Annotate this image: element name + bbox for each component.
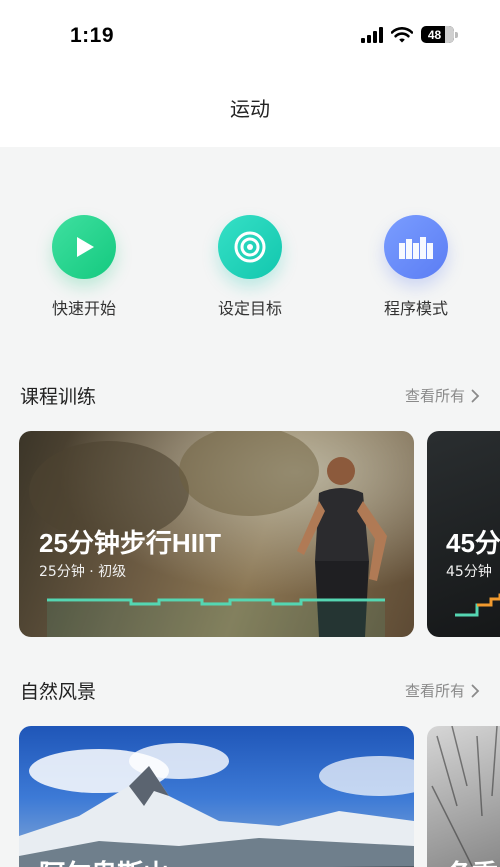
course-card-hiit[interactable]: 25分钟步行HIIT 25分钟 · 初级 xyxy=(19,431,414,637)
scenery-card-winter[interactable]: 冬季 xyxy=(427,726,500,867)
set-goal-button[interactable]: 设定目标 xyxy=(195,215,305,319)
see-all-label: 查看所有 xyxy=(404,682,465,700)
course-card-45min[interactable]: 45分 45分钟 xyxy=(427,431,500,637)
courses-see-all-link[interactable]: 查看所有 xyxy=(405,385,480,406)
chevron-right-icon xyxy=(471,389,480,402)
scenery-card-title: 冬季 xyxy=(446,854,498,867)
play-icon xyxy=(52,215,116,279)
quick-start-label: 快速开始 xyxy=(51,299,116,318)
status-icons: 48 xyxy=(361,26,458,43)
chevron-right-icon xyxy=(471,684,480,697)
quick-actions: 快速开始 设定目标 程序模式 xyxy=(0,200,500,330)
title-bar: 运动 xyxy=(0,75,500,147)
wifi-icon xyxy=(391,26,413,43)
quick-start-button[interactable]: 快速开始 xyxy=(29,215,139,319)
page-title: 运动 xyxy=(230,97,270,121)
courses-section-header: 课程训练 查看所有 xyxy=(20,382,480,412)
status-bar: 1:19 48 xyxy=(0,0,500,75)
scenery-card-alps[interactable]: 阿尔卑斯山 xyxy=(19,726,414,867)
intensity-chart xyxy=(47,598,385,637)
program-bars-icon xyxy=(384,215,448,279)
see-all-label: 查看所有 xyxy=(404,387,465,405)
status-time: 1:19 xyxy=(70,24,115,47)
cellular-signal-icon xyxy=(361,26,383,43)
scenery-see-all-link[interactable]: 查看所有 xyxy=(405,680,480,701)
program-mode-label: 程序模式 xyxy=(383,299,448,318)
scenery-card-image xyxy=(19,743,414,867)
scenery-card-title: 阿尔卑斯山 xyxy=(39,854,169,867)
scenery-card-image xyxy=(431,726,498,867)
battery-percentage: 48 xyxy=(427,27,442,42)
battery-icon: 48 xyxy=(421,26,458,43)
target-icon xyxy=(218,215,282,279)
program-mode-button[interactable]: 程序模式 xyxy=(361,215,471,319)
set-goal-label: 设定目标 xyxy=(217,299,282,318)
courses-section-title: 课程训练 xyxy=(20,386,97,408)
scenery-section-title: 自然风景 xyxy=(20,681,97,703)
intensity-chart xyxy=(455,593,500,617)
scenery-section-header: 自然风景 查看所有 xyxy=(20,677,480,707)
